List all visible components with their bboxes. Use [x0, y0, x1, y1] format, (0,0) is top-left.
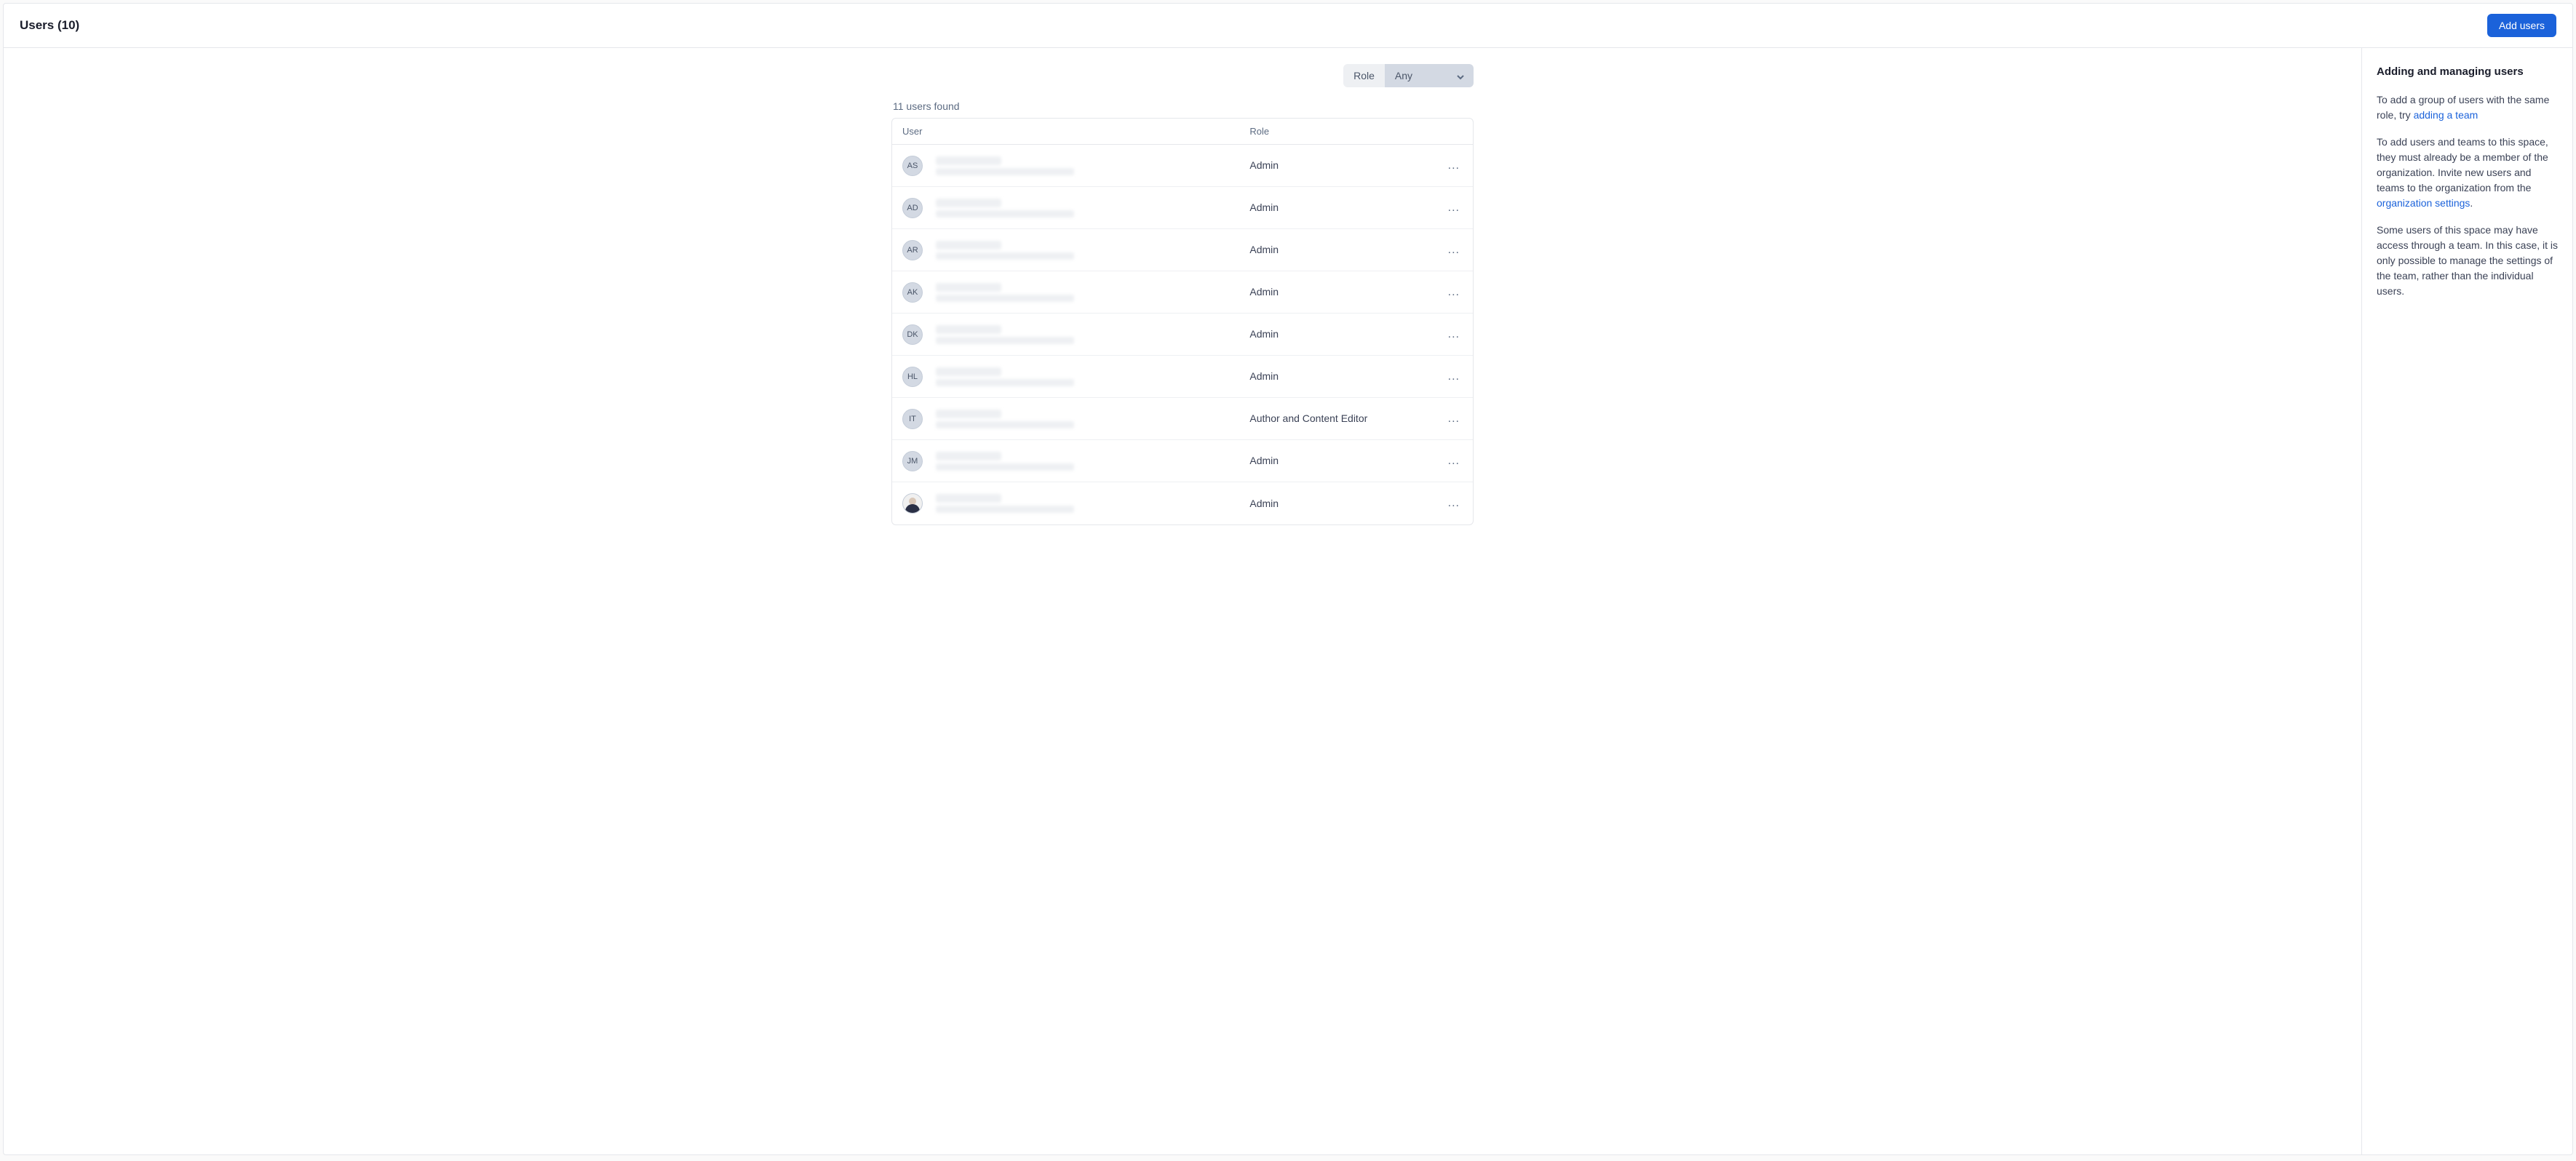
user-name-redacted — [936, 452, 1074, 471]
user-role: Admin — [1249, 454, 1418, 468]
user-role: Admin — [1249, 201, 1418, 215]
main-column: Role Any 11 users found User Role — [4, 48, 2361, 1154]
row-actions-button[interactable]: ... — [1418, 244, 1463, 257]
user-name-redacted — [936, 199, 1074, 218]
col-header-actions — [1418, 126, 1463, 137]
role-filter-label: Role — [1343, 64, 1385, 87]
user-name-redacted — [936, 494, 1074, 513]
table-row: JM Admin... — [892, 440, 1473, 482]
avatar: AK — [902, 282, 923, 303]
row-actions-button[interactable]: ... — [1418, 328, 1463, 341]
user-cell: IT — [902, 409, 1249, 429]
user-role: Admin — [1249, 370, 1418, 383]
user-name-redacted — [936, 156, 1074, 175]
user-name-redacted — [936, 241, 1074, 260]
row-actions-button[interactable]: ... — [1418, 202, 1463, 215]
users-table: User Role AS Admin... AD Admin... AR Admin...… — [891, 118, 1474, 525]
row-actions-button[interactable]: ... — [1418, 159, 1463, 172]
user-role: Admin — [1249, 243, 1418, 257]
sidebar-p3: Some users of this space may have access… — [2377, 223, 2558, 299]
user-name-redacted — [936, 367, 1074, 386]
user-cell: AD — [902, 198, 1249, 218]
user-cell: AK — [902, 282, 1249, 303]
role-filter: Role Any — [1343, 64, 1474, 87]
users-found-count: 11 users found — [891, 100, 1474, 112]
user-name-redacted — [936, 325, 1074, 344]
table-row: AD Admin... — [892, 187, 1473, 229]
table-header: User Role — [892, 119, 1473, 145]
avatar: IT — [902, 409, 923, 429]
user-cell: AS — [902, 156, 1249, 176]
user-cell: JM — [902, 451, 1249, 471]
table-row: IT Author and Content Editor... — [892, 398, 1473, 440]
content-area: Role Any 11 users found User Role — [4, 48, 2572, 1154]
avatar: JM — [902, 451, 923, 471]
table-row: AR Admin... — [892, 229, 1473, 271]
row-actions-button[interactable]: ... — [1418, 370, 1463, 383]
table-row: DK Admin... — [892, 314, 1473, 356]
col-header-user: User — [902, 126, 1249, 137]
user-cell — [902, 493, 1249, 514]
avatar: AS — [902, 156, 923, 176]
user-name-redacted — [936, 283, 1074, 302]
role-filter-value: Any — [1395, 70, 1412, 81]
user-cell: AR — [902, 240, 1249, 260]
page-title: Users (10) — [20, 18, 79, 33]
sidebar-heading: Adding and managing users — [2377, 64, 2558, 81]
user-role: Admin — [1249, 285, 1418, 299]
avatar: AR — [902, 240, 923, 260]
avatar-photo — [902, 493, 923, 514]
help-sidebar: Adding and managing users To add a group… — [2361, 48, 2572, 1154]
chevron-down-icon — [1456, 72, 1463, 79]
adding-a-team-link[interactable]: adding a team — [2414, 109, 2478, 121]
table-row: Admin... — [892, 482, 1473, 524]
user-role: Admin — [1249, 327, 1418, 341]
organization-settings-link[interactable]: organization settings — [2377, 197, 2470, 209]
filter-row: Role Any — [891, 64, 1474, 87]
avatar: DK — [902, 324, 923, 345]
col-header-role: Role — [1249, 126, 1418, 137]
user-role: Author and Content Editor — [1249, 412, 1418, 426]
row-actions-button[interactable]: ... — [1418, 412, 1463, 426]
avatar: HL — [902, 367, 923, 387]
table-row: HL Admin... — [892, 356, 1473, 398]
row-actions-button[interactable]: ... — [1418, 455, 1463, 468]
sidebar-p1: To add a group of users with the same ro… — [2377, 92, 2558, 123]
user-role: Admin — [1249, 497, 1418, 511]
user-cell: DK — [902, 324, 1249, 345]
header-bar: Users (10) Add users — [4, 4, 2572, 48]
avatar: AD — [902, 198, 923, 218]
row-actions-button[interactable]: ... — [1418, 286, 1463, 299]
user-cell: HL — [902, 367, 1249, 387]
add-users-button[interactable]: Add users — [2487, 14, 2556, 37]
user-name-redacted — [936, 410, 1074, 428]
role-filter-select[interactable]: Any — [1385, 64, 1474, 87]
table-row: AK Admin... — [892, 271, 1473, 314]
page-container: Users (10) Add users Role Any — [3, 3, 2573, 1155]
table-row: AS Admin... — [892, 145, 1473, 187]
user-role: Admin — [1249, 159, 1418, 172]
sidebar-p2: To add users and teams to this space, th… — [2377, 135, 2558, 211]
row-actions-button[interactable]: ... — [1418, 497, 1463, 510]
